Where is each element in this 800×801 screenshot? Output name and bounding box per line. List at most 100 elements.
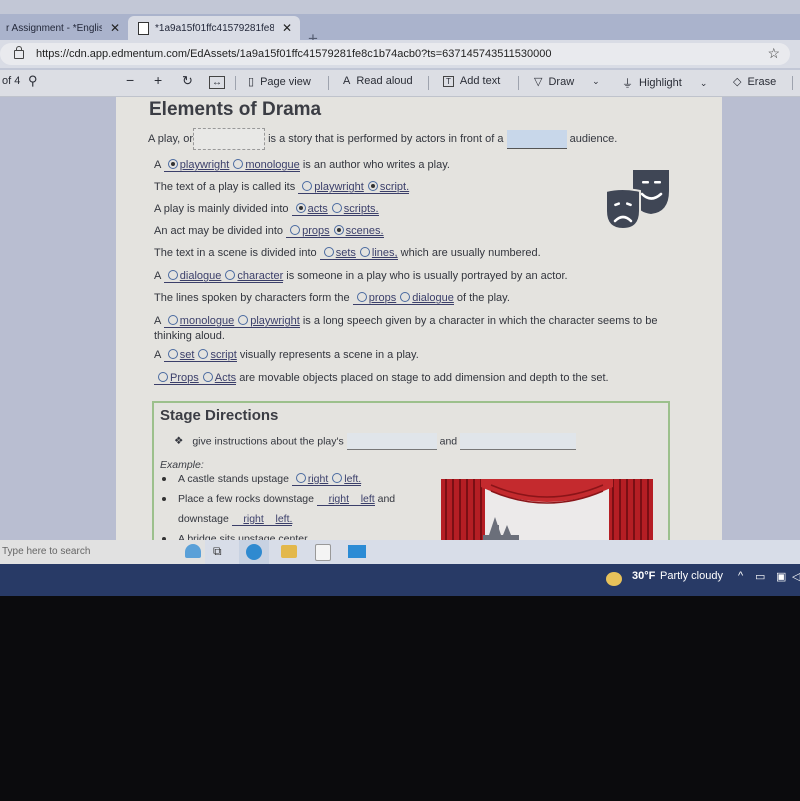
radio-button[interactable]: [323, 247, 334, 257]
weather-desc[interactable]: Partly cloudy: [660, 570, 723, 582]
add-text-button[interactable]: T Add text: [443, 75, 500, 87]
radio-group: props dialogue: [352, 292, 454, 305]
radio-button[interactable]: [198, 349, 209, 359]
radio-option-label[interactable]: set: [180, 349, 195, 361]
answer-input-1[interactable]: [346, 433, 437, 450]
radio-option-label[interactable]: script.: [380, 181, 409, 193]
radio-option-label[interactable]: dialogue: [180, 270, 222, 282]
radio-button[interactable]: [332, 473, 343, 483]
zoom-in-button[interactable]: +: [154, 72, 162, 88]
radio-group: acts scripts.: [291, 203, 379, 216]
intro-text-2: is a story that is performed by actors i…: [268, 132, 504, 145]
radio-option-label[interactable]: props: [302, 225, 330, 237]
radio-option-label[interactable]: monologue: [245, 159, 299, 171]
search-highlight-icon: [185, 544, 201, 558]
radio-option-label[interactable]: playwright: [180, 159, 230, 171]
radio-button[interactable]: [202, 372, 213, 382]
radio-button[interactable]: [333, 225, 344, 235]
intro-sentence: A play, or is a story that is performed …: [148, 128, 617, 150]
radio-option-label[interactable]: scenes.: [346, 225, 384, 237]
page-view-button[interactable]: ▯ Page view: [248, 75, 311, 89]
radio-button[interactable]: [367, 181, 378, 191]
radio-button[interactable]: [400, 292, 411, 302]
radio-option-label[interactable]: monologue: [180, 315, 234, 327]
radio-button[interactable]: [158, 372, 168, 382]
tab-document[interactable]: *1a9a15f01ffc41579281fe8c1b74 ✕: [128, 16, 300, 40]
address-row: https://cdn.app.edmentum.com/EdAssets/1a…: [0, 40, 800, 68]
radio-button[interactable]: [356, 292, 367, 302]
question-text: A: [154, 159, 164, 171]
radio-option-label[interactable]: left.: [276, 513, 293, 525]
radio-button[interactable]: [238, 315, 249, 325]
task-view-icon[interactable]: ⧉: [213, 544, 222, 559]
radio-button[interactable]: [302, 181, 313, 191]
play-definition-input[interactable]: [193, 128, 266, 150]
chevron-down-icon[interactable]: ⌄: [592, 76, 600, 87]
zoom-out-button[interactable]: −: [126, 72, 134, 88]
weather-temp[interactable]: 30°F: [632, 570, 655, 582]
radio-button[interactable]: [295, 203, 306, 213]
radio-option-label[interactable]: right: [308, 473, 328, 485]
radio-button[interactable]: [167, 315, 178, 325]
highlight-button[interactable]: ⏚ Highlight ⌄: [622, 75, 707, 91]
radio-option-label[interactable]: right: [329, 493, 349, 505]
radio-button[interactable]: [295, 473, 306, 483]
volume-icon[interactable]: ◁: [792, 570, 800, 583]
radio-option-label[interactable]: Acts: [215, 372, 236, 384]
radio-group: playwright monologue: [163, 159, 300, 172]
taskbar-search-input[interactable]: Type here to search: [0, 540, 207, 564]
radio-button[interactable]: [225, 270, 236, 280]
search-icon[interactable]: ⚲: [28, 73, 38, 89]
radio-option-label[interactable]: playwright: [250, 315, 300, 327]
radio-option-label[interactable]: dialogue: [412, 292, 454, 304]
example-item: A castle stands upstage right left.: [162, 473, 362, 486]
radio-option-label[interactable]: scripts.: [344, 203, 379, 215]
radio-button[interactable]: [167, 349, 178, 359]
draw-button[interactable]: ▽ Draw ⌄: [534, 75, 600, 89]
url-text[interactable]: https://cdn.app.edmentum.com/EdAssets/1a…: [36, 48, 551, 60]
edge-browser-icon[interactable]: [239, 540, 269, 564]
mail-icon[interactable]: [348, 545, 366, 558]
audience-input[interactable]: [506, 129, 567, 149]
question-text: The lines spoken by characters form the: [154, 292, 353, 304]
tab-assignment[interactable]: r Assignment - *English 8A S ✕: [0, 16, 128, 40]
store-icon[interactable]: [315, 544, 331, 561]
radio-option-label[interactable]: sets: [336, 247, 356, 259]
file-explorer-icon[interactable]: [281, 545, 297, 558]
add-text-icon: T: [443, 75, 454, 87]
chevron-down-icon[interactable]: ⌄: [700, 78, 708, 89]
radio-option-label[interactable]: left: [361, 493, 375, 505]
favorite-star-icon[interactable]: ☆: [767, 45, 780, 62]
radio-option-label[interactable]: left.: [344, 473, 361, 485]
radio-option-label[interactable]: acts: [308, 203, 328, 215]
radio-button[interactable]: [290, 225, 301, 235]
radio-button[interactable]: [359, 247, 370, 257]
radio-option-label[interactable]: character: [237, 270, 283, 282]
radio-button[interactable]: [233, 159, 244, 169]
radio-group: monologue playwright: [163, 315, 300, 328]
radio-option-label[interactable]: props: [369, 292, 397, 304]
address-bar[interactable]: https://cdn.app.edmentum.com/EdAssets/1a…: [0, 43, 790, 65]
radio-button[interactable]: [167, 159, 178, 169]
network-icon[interactable]: ▣: [776, 570, 786, 583]
read-aloud-button[interactable]: A Read aloud: [343, 75, 413, 87]
close-icon[interactable]: ✕: [102, 21, 128, 35]
battery-icon[interactable]: ▭: [755, 570, 765, 583]
radio-button[interactable]: [331, 203, 342, 213]
erase-button[interactable]: ◇ Erase: [733, 75, 776, 89]
close-icon[interactable]: ✕: [274, 21, 300, 35]
radio-option-label[interactable]: playwright: [314, 181, 364, 193]
question-5: The text in a scene is divided into sets…: [154, 247, 541, 260]
radio-option-label[interactable]: Props: [170, 372, 199, 384]
stage-directions-instruction: ❖ give instructions about the play's and: [174, 433, 577, 450]
radio-group: right left: [316, 493, 375, 506]
answer-input-2[interactable]: [460, 433, 577, 450]
radio-option-label[interactable]: right: [243, 513, 263, 525]
radio-option-label[interactable]: lines,: [372, 247, 398, 259]
radio-option-label[interactable]: script: [210, 349, 236, 361]
chevron-up-icon[interactable]: ^: [738, 570, 743, 582]
rotate-icon[interactable]: ↻: [182, 73, 193, 89]
fit-page-icon[interactable]: ↔: [209, 76, 225, 89]
radio-button[interactable]: [167, 270, 178, 280]
